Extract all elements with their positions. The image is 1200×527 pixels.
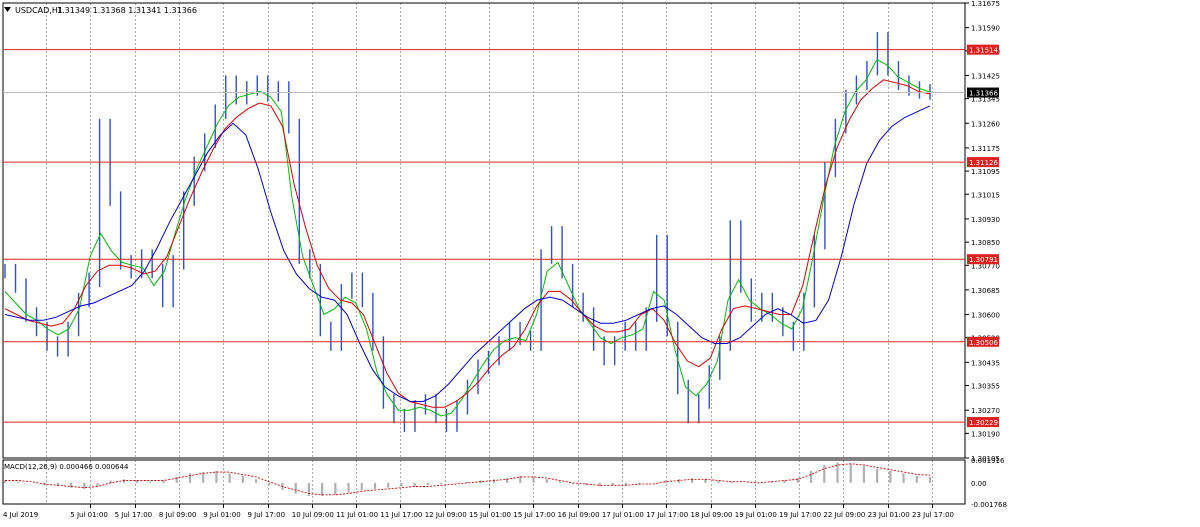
y-tick-label: 1.30685 (971, 287, 1000, 295)
x-tick-label: 15 Jul 17:00 (513, 511, 555, 519)
x-tick-label: 5 Jul 17:00 (115, 511, 153, 519)
x-tick-label: 22 Jul 09:00 (823, 511, 865, 519)
x-tick-label: 19 Jul 01:00 (735, 511, 777, 519)
x-tick-label: 12 Jul 09:00 (425, 511, 467, 519)
y-tick-label: 1.30930 (971, 216, 1000, 224)
x-tick-label: 17 Jul 17:00 (646, 511, 688, 519)
symbol-label: USDCAD,H1 (15, 6, 63, 15)
y-tick-label: 1.31590 (971, 25, 1000, 33)
chart-root: 1.316751.315901.315101.314251.313451.312… (0, 0, 1200, 523)
x-tick-label: 9 Jul 01:00 (203, 511, 241, 519)
x-tick-label: 5 Jul 01:00 (70, 511, 108, 519)
macd-tick-label: -0.001768 (971, 501, 1007, 509)
level-tag-label: 1.30791 (969, 256, 998, 264)
level-tag-label: 1.31514 (969, 47, 998, 55)
x-tick-label: 15 Jul 01:00 (469, 511, 511, 519)
macd-tick-label: 0.001916 (971, 457, 1005, 465)
y-tick-label: 1.31425 (971, 72, 1000, 80)
y-tick-label: 1.31260 (971, 120, 1000, 128)
x-tick-label: 11 Jul 17:00 (380, 511, 422, 519)
y-tick-label: 1.30850 (971, 239, 1000, 247)
x-tick-label: 18 Jul 09:00 (691, 511, 733, 519)
macd-label: MACD(12,26,9) 0.000466 0.000644 (4, 463, 129, 471)
current-price-label: 1.31366 (969, 90, 998, 98)
x-tick-label: 19 Jul 17:00 (779, 511, 821, 519)
y-tick-label: 1.31675 (971, 0, 1000, 8)
y-tick-label: 1.30355 (971, 383, 1000, 391)
chart-header: USDCAD,H1 1.31349 1.31368 1.31341 1.3136… (4, 6, 197, 15)
y-tick-label: 1.30270 (971, 407, 1000, 415)
ohlc-label: 1.31349 1.31368 1.31341 1.31366 (57, 6, 197, 15)
level-tag-label: 1.30506 (969, 339, 998, 347)
macd-tick-label: 0.00 (971, 480, 987, 488)
x-tick-label: 9 Jul 17:00 (248, 511, 286, 519)
x-tick-label: 16 Jul 09:00 (558, 511, 600, 519)
y-tick-label: 1.31095 (971, 168, 1000, 176)
y-tick-label: 1.30600 (971, 312, 1000, 320)
x-tick-label: 11 Jul 01:00 (336, 511, 378, 519)
x-tick-label: 23 Jul 01:00 (868, 511, 910, 519)
y-tick-label: 1.30435 (971, 359, 1000, 367)
x-tick-label: 23 Jul 17:00 (912, 511, 954, 519)
x-tick-label: 17 Jul 01:00 (602, 511, 644, 519)
level-tag-label: 1.31126 (969, 159, 998, 167)
chart-background (0, 0, 1200, 523)
y-tick-label: 1.31175 (971, 145, 1000, 153)
y-tick-label: 1.31015 (971, 191, 1000, 199)
x-tick-label: 4 Jul 2019 (3, 511, 38, 519)
y-tick-label: 1.30190 (971, 430, 1000, 438)
x-tick-label: 10 Jul 09:00 (292, 511, 334, 519)
level-tag-label: 1.30229 (969, 419, 998, 427)
chart-canvas[interactable]: 1.316751.315901.315101.314251.313451.312… (0, 0, 1200, 523)
x-tick-label: 8 Jul 09:00 (159, 511, 197, 519)
